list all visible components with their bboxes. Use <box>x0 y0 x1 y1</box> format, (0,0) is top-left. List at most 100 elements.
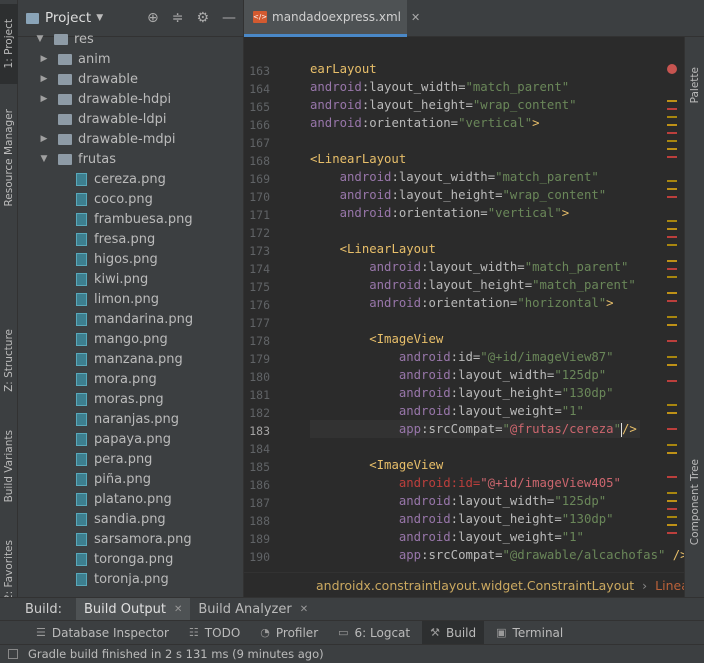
warning-marker[interactable] <box>667 244 677 246</box>
close-icon[interactable]: ✕ <box>174 604 182 615</box>
tree-folder[interactable]: ▶ anim <box>18 49 243 69</box>
tree-file[interactable]: platano.png <box>18 489 243 509</box>
code-line[interactable]: android:orientation="horizontal"> <box>310 294 688 312</box>
warning-marker[interactable] <box>667 364 677 366</box>
code-line[interactable] <box>310 312 688 330</box>
warning-marker[interactable] <box>667 412 677 414</box>
tree-folder[interactable]: ▶ drawable <box>18 69 243 89</box>
code-line[interactable]: android:orientation="vertical"> <box>310 114 688 132</box>
chevron-down-icon[interactable]: ▼ <box>96 13 103 23</box>
warning-marker[interactable] <box>667 380 677 382</box>
warning-marker[interactable] <box>667 508 677 510</box>
warning-marker[interactable] <box>667 428 677 430</box>
locate-icon[interactable]: ⊕ <box>147 10 159 26</box>
chevron-right-icon[interactable]: ▶ <box>38 134 50 144</box>
tab-build-variants[interactable]: Build Variants <box>0 420 18 512</box>
chevron-right-icon[interactable]: ▶ <box>38 54 50 64</box>
code-line[interactable]: android:id="@+id/imageView87" <box>310 348 688 366</box>
warning-marker[interactable] <box>667 188 677 190</box>
warning-marker[interactable] <box>667 220 677 222</box>
chevron-down-icon[interactable]: ▼ <box>34 34 46 44</box>
warning-marker[interactable] <box>667 324 677 326</box>
tree-file[interactable]: moras.png <box>18 389 243 409</box>
code-line[interactable]: android:layout_width="125dp" <box>310 492 688 510</box>
chevron-right-icon[interactable]: ▶ <box>38 74 50 84</box>
tab-project[interactable]: 1: Project <box>0 4 18 84</box>
warning-marker[interactable] <box>667 300 677 302</box>
tree-file[interactable]: mandarina.png <box>18 309 243 329</box>
tree-file[interactable]: kiwi.png <box>18 269 243 289</box>
code-line[interactable]: <ImageView <box>310 330 688 348</box>
tree-folder[interactable]: ▶ drawable-hdpi <box>18 89 243 109</box>
collapse-all-icon[interactable]: ≑ <box>172 10 184 26</box>
tree-file[interactable]: piña.png <box>18 469 243 489</box>
tree-file[interactable]: fresa.png <box>18 229 243 249</box>
warning-marker[interactable] <box>667 404 677 406</box>
warning-marker[interactable] <box>667 156 677 158</box>
minimize-icon[interactable]: — <box>222 10 236 26</box>
warning-marker[interactable] <box>667 532 677 534</box>
warning-marker[interactable] <box>667 476 677 478</box>
code-line[interactable] <box>310 222 688 240</box>
chevron-down-icon[interactable]: ▼ <box>38 154 50 164</box>
code-line[interactable]: <LinearLayout <box>310 240 688 258</box>
code-line[interactable] <box>310 438 688 456</box>
tab-palette[interactable]: Palette <box>685 45 704 125</box>
code-area[interactable]: earLayout android:layout_width="match_par… <box>310 60 688 564</box>
tree-file[interactable]: papaya.png <box>18 429 243 449</box>
tree-file[interactable]: frambuesa.png <box>18 209 243 229</box>
code-line[interactable]: android:layout_height="wrap_content" <box>310 186 688 204</box>
tree-file[interactable]: mango.png <box>18 329 243 349</box>
warning-marker[interactable] <box>667 124 677 126</box>
warning-marker[interactable] <box>667 316 677 318</box>
tree-file[interactable]: toronga.png <box>18 549 243 569</box>
warning-marker[interactable] <box>667 524 677 526</box>
warning-marker[interactable] <box>667 116 677 118</box>
warning-marker[interactable] <box>667 276 677 278</box>
code-line[interactable]: <ImageView <box>310 456 688 474</box>
warning-marker[interactable] <box>667 228 677 230</box>
code-line[interactable]: android:layout_weight="1" <box>310 402 688 420</box>
warning-marker[interactable] <box>667 148 677 150</box>
close-icon[interactable]: ✕ <box>300 604 308 615</box>
warning-marker[interactable] <box>667 100 677 102</box>
close-icon[interactable]: ✕ <box>411 11 420 24</box>
code-line[interactable]: android:layout_height="130dp" <box>310 510 688 528</box>
tab-component-tree[interactable]: Component Tree <box>685 437 704 567</box>
tab-build-output[interactable]: Build Output ✕ <box>76 597 191 621</box>
breadcrumb-item-constraint[interactable]: androidx.constraintlayout.widget.Constra… <box>316 578 634 593</box>
tree-file[interactable]: pera.png <box>18 449 243 469</box>
tool-terminal[interactable]: ▣ Terminal <box>488 621 571 645</box>
tab-build-analyzer[interactable]: Build Analyzer ✕ <box>190 598 316 621</box>
code-line[interactable]: android:orientation="vertical"> <box>310 204 688 222</box>
tool-logcat[interactable]: ▭ 6: Logcat <box>330 621 418 645</box>
code-line[interactable]: android:layout_height="130dp" <box>310 384 688 402</box>
code-line[interactable]: android:layout_height="wrap_content" <box>310 96 688 114</box>
code-line[interactable]: android:layout_width="match_parent" <box>310 78 688 96</box>
code-line[interactable]: android:layout_height="match_parent" <box>310 276 688 294</box>
code-line[interactable] <box>310 132 688 150</box>
tool-database-inspector[interactable]: ☰ Database Inspector <box>28 621 177 645</box>
tree-file[interactable]: mora.png <box>18 369 243 389</box>
tree-file[interactable]: naranjas.png <box>18 409 243 429</box>
warning-marker[interactable] <box>667 500 677 502</box>
code-line[interactable]: app:srcCompat="@drawable/alcachofas" /> <box>310 546 688 564</box>
warning-marker[interactable] <box>667 140 677 142</box>
tree-folder[interactable]: ▼ res <box>18 29 243 49</box>
code-line[interactable]: app:srcCompat="@frutas/cereza"/> <box>310 420 640 438</box>
status-square-icon[interactable] <box>8 649 18 659</box>
code-line[interactable]: android:id="@+id/imageView405" <box>310 474 688 492</box>
tool-todo[interactable]: ☷ TODO <box>181 621 248 645</box>
error-icon[interactable] <box>667 64 677 74</box>
code-line[interactable]: android:layout_width="125dp" <box>310 366 688 384</box>
error-stripe[interactable] <box>667 60 677 540</box>
tree-file[interactable]: cereza.png <box>18 169 243 189</box>
tree-folder[interactable]: drawable-ldpi <box>18 109 243 129</box>
warning-marker[interactable] <box>667 236 677 238</box>
tree-folder[interactable]: ▼ frutas <box>18 149 243 169</box>
code-line[interactable]: android:layout_width="match_parent" <box>310 258 688 276</box>
editor-tab[interactable]: </> mandadoexpress.xml ✕ <box>244 0 420 37</box>
gear-icon[interactable]: ⚙ <box>196 10 209 26</box>
tree-file[interactable]: manzana.png <box>18 349 243 369</box>
warning-marker[interactable] <box>667 452 677 454</box>
